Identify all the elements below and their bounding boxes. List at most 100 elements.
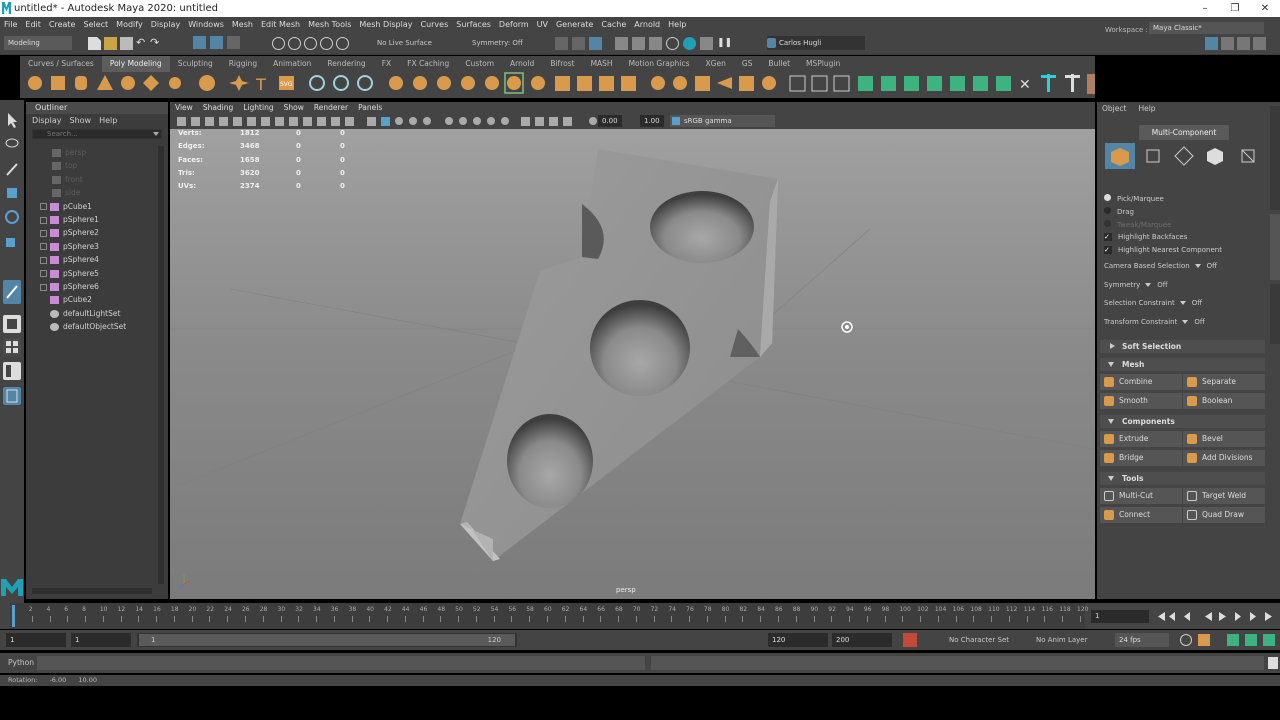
go-to-start-icon[interactable] [1158,612,1165,621]
select-by-component-icon[interactable] [227,36,240,49]
menu-cache[interactable]: Cache [597,17,630,32]
drag-radio[interactable] [1104,207,1111,214]
shelf-tab-sculpting[interactable]: Sculpting [170,56,221,72]
modeling-toolkit-side-tab[interactable] [1270,214,1280,280]
select-by-hierarchy-icon[interactable] [193,36,206,49]
grid-toggle-icon[interactable] [261,117,270,126]
view-cube-pivot-icon[interactable] [841,321,853,333]
menu-select[interactable]: Select [79,17,112,32]
poly-cone-icon[interactable] [97,75,113,90]
viewport-scene[interactable] [170,129,1095,599]
smooth-shelf-icon[interactable] [357,75,373,91]
ipr-render-icon[interactable] [649,37,662,50]
smooth-button[interactable]: Smooth [1100,393,1182,409]
camera-attributes-icon[interactable] [191,117,200,126]
menu-mesh-display[interactable]: Mesh Display [355,17,416,32]
outliner-item[interactable]: defaultObjectSet [50,320,126,333]
extract-icon[interactable] [461,76,475,90]
outliner-item[interactable]: pCube2 [50,293,92,306]
viewport-menu-show[interactable]: Show [279,102,309,114]
multi-component-button[interactable]: Multi-Component [1139,125,1229,140]
snap-grid-icon[interactable] [272,37,285,50]
outliner-vertical-scrollbar[interactable] [158,146,164,584]
sound-icon[interactable] [1227,634,1239,646]
current-time-marker[interactable] [12,605,15,627]
wireframe-icon[interactable] [367,117,376,126]
quad-draw-button[interactable]: Quad Draw [1183,507,1265,523]
loop-icon[interactable] [1180,634,1192,646]
outliner-item[interactable]: pSphere3 [40,240,99,253]
bridge-button[interactable]: Bridge [1100,450,1182,466]
bookmarks-icon[interactable] [205,117,214,126]
chamfer-icon[interactable] [717,77,732,89]
channel-box-side-tab[interactable] [1270,106,1280,210]
gate-mask-icon[interactable] [303,117,312,126]
collapse-icon[interactable] [762,76,776,90]
live-surface-label[interactable]: No Live Surface [377,39,432,47]
circularize-icon[interactable] [739,76,754,91]
section-header-mesh[interactable]: Mesh [1100,358,1265,371]
expand-icon[interactable] [40,229,47,237]
toolkit-option-value[interactable]: Off [1157,281,1167,289]
menu-create[interactable]: Create [45,17,80,32]
shelf-tab-rigging[interactable]: Rigging [221,56,265,72]
undo-icon[interactable]: ↶ [136,37,149,50]
color-space-dropdown[interactable]: sRGB gamma [670,115,775,127]
reduce-icon[interactable] [555,76,570,91]
viewport-menu-renderer[interactable]: Renderer [309,102,353,114]
input-ops-icon[interactable] [572,37,585,50]
menu-curves[interactable]: Curves [416,17,452,32]
shelf-tab-arnold[interactable]: Arnold [502,56,542,72]
toolkit-option[interactable]: Symmetry Off [1104,281,1168,289]
render-current-frame-icon[interactable] [632,37,645,50]
rotate-tool-button[interactable] [3,208,21,226]
chevron-down-icon[interactable] [1182,320,1189,325]
attribute-editor-toggle-icon[interactable] [1221,37,1234,50]
viewport-menu-lighting[interactable]: Lighting [238,102,278,114]
soft-selection-section-header[interactable]: Soft Selection [1100,340,1265,353]
save-scene-icon[interactable] [120,37,133,50]
motion-blur-icon[interactable] [473,117,481,125]
safe-title-icon[interactable] [345,117,354,126]
expand-icon[interactable] [40,270,47,278]
menu-modify[interactable]: Modify [112,17,147,32]
hypershade-icon[interactable] [683,37,696,50]
film-gate-icon[interactable] [275,117,284,126]
shelf-tab-fx-caching[interactable]: FX Caching [399,56,457,72]
custom-script-4-icon[interactable] [927,76,942,91]
mirror-icon[interactable] [485,76,499,90]
custom-script-5-icon[interactable] [950,76,965,91]
toolkit-option[interactable]: Transform Constraint Off [1104,318,1205,326]
use-all-lights-icon[interactable] [423,117,431,125]
poly-sphere-icon[interactable] [28,76,42,90]
poly-cube-icon[interactable] [51,76,65,90]
outliner-item[interactable]: persp [52,146,86,159]
custom-script-6-icon[interactable] [973,76,988,91]
single-view-layout-button[interactable] [3,315,21,333]
toolkit-option-value[interactable]: Off [1194,318,1204,326]
bridge-mesh-icon[interactable] [507,76,521,90]
insert-edge-loop-icon[interactable] [833,75,850,92]
shelf-tab-xgen[interactable]: XGen [698,56,734,72]
bevel-button[interactable]: Bevel [1183,431,1265,447]
shelf-tab-poly-modeling[interactable]: Poly Modeling [101,56,170,72]
cheese-wedge-mesh[interactable] [460,149,778,561]
toolkit-option[interactable]: Selection Constraint Off [1104,299,1202,307]
select-tool-button[interactable] [3,111,21,129]
menu-edit-mesh[interactable]: Edit Mesh [257,17,304,32]
output-ops-icon[interactable] [589,37,602,50]
poke-icon[interactable] [673,76,687,90]
shelf-tab-msplugin[interactable]: MSPlugin [798,56,848,72]
drag-option[interactable]: Drag [1104,207,1134,216]
time-slider[interactable]: 1246810121416182022242628303234363840424… [0,603,1280,629]
resolution-gate-icon[interactable] [289,117,298,126]
menu-help[interactable]: Help [664,17,690,32]
outliner-item[interactable]: top [52,159,77,172]
channel-box-toggle-icon[interactable] [1253,37,1266,50]
white-t-tool-icon[interactable] [1065,75,1080,78]
outliner-item[interactable]: pSphere1 [40,213,99,226]
type-tool-icon[interactable]: T [255,75,266,94]
extrude-button[interactable]: Extrude [1100,431,1182,447]
four-view-layout-button[interactable] [3,338,21,356]
object-mode-button[interactable] [1105,143,1135,169]
